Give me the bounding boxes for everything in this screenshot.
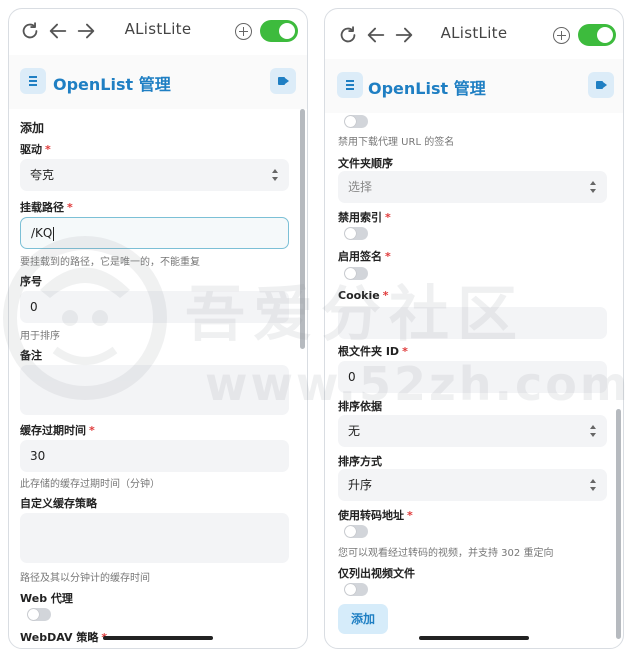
folder-order-select[interactable]: 选择 xyxy=(338,171,607,203)
menu-icon[interactable] xyxy=(337,72,363,98)
order-direction-value: 升序 xyxy=(348,478,373,492)
disable-index-switch[interactable] xyxy=(344,227,368,240)
root-folder-id-value: 0 xyxy=(348,370,356,384)
enable-sign-label: 启用签名 * xyxy=(338,250,391,263)
page-header: OpenList 管理 xyxy=(9,55,307,109)
webdav-policy-label: WebDAV 策略* xyxy=(20,631,107,644)
use-transcoding-label: 使用转码地址 * xyxy=(338,509,413,522)
order-label: 序号 xyxy=(20,275,42,288)
only-video-switch[interactable] xyxy=(344,583,368,596)
select-chevron-icon xyxy=(589,180,597,194)
web-proxy-label: Web 代理 xyxy=(20,592,73,605)
cookie-input[interactable] xyxy=(338,307,607,339)
order-direction-label: 排序方式 xyxy=(338,455,382,468)
app-top-bar: AListLite xyxy=(325,13,623,59)
remark-textarea[interactable] xyxy=(20,365,289,415)
driver-select[interactable]: 夸克 xyxy=(20,159,289,191)
order-input[interactable]: 0 xyxy=(20,291,289,323)
scrollbar[interactable] xyxy=(300,109,305,349)
logout-icon[interactable] xyxy=(270,68,296,94)
web-proxy-switch[interactable] xyxy=(27,608,51,621)
order-help: 用于排序 xyxy=(20,331,60,342)
order-value: 0 xyxy=(30,300,38,314)
section-title: 添加 xyxy=(20,121,45,135)
enable-sign-switch[interactable] xyxy=(344,267,368,280)
folder-order-label: 文件夹顺序 xyxy=(338,157,393,170)
mount-path-help: 要挂载到的路径，它是唯一的，不能重复 xyxy=(20,257,200,268)
text-caret xyxy=(53,226,55,241)
cache-expiration-input[interactable]: 30 xyxy=(20,440,289,472)
cache-expiration-label: 缓存过期时间 * xyxy=(20,424,95,437)
right-phone-screen: AListLite OpenList 管理 禁用下载代理 URL 的签名 文件夹… xyxy=(324,8,624,649)
page-title: OpenList 管理 xyxy=(53,75,171,94)
left-phone-screen: AListLite OpenList 管理 添加 驱动 * 夸克 挂载路径 * /K… xyxy=(8,8,308,649)
use-transcoding-switch[interactable] xyxy=(344,525,368,538)
home-indicator xyxy=(103,636,213,640)
disable-index-label: 禁用索引 * xyxy=(338,211,391,224)
mount-path-input[interactable]: /KQ xyxy=(20,217,289,249)
mount-path-value: /KQ xyxy=(31,226,53,240)
add-circle-icon[interactable] xyxy=(235,23,252,40)
add-storage-form: 添加 驱动 * 夸克 挂载路径 * /KQ 要挂载到的路径，它是唯一的，不能重复 序… xyxy=(9,109,307,648)
only-video-label: 仅列出视频文件 xyxy=(338,567,415,580)
cache-expiration-help: 此存储的缓存过期时间（分钟） xyxy=(20,479,160,490)
driver-label: 驱动 * xyxy=(20,143,51,156)
select-chevron-icon xyxy=(271,168,279,182)
scrollbar[interactable] xyxy=(616,409,621,639)
folder-order-placeholder: 选择 xyxy=(348,180,373,194)
select-chevron-icon xyxy=(589,478,597,492)
order-by-label: 排序依据 xyxy=(338,400,382,413)
order-by-value: 无 xyxy=(348,424,361,438)
root-folder-id-input[interactable]: 0 xyxy=(338,361,607,393)
disable-proxy-sign-switch[interactable] xyxy=(344,115,368,128)
disable-proxy-sign-help: 禁用下载代理 URL 的签名 xyxy=(338,137,455,148)
cookie-label: Cookie * xyxy=(338,289,389,302)
use-transcoding-help: 您可以观看经过转码的视频，并支持 302 重定向 xyxy=(338,548,554,559)
mount-path-label: 挂载路径 * xyxy=(20,201,73,214)
logout-icon[interactable] xyxy=(588,72,614,98)
add-button[interactable]: 添加 xyxy=(338,604,389,634)
page-title: OpenList 管理 xyxy=(368,79,486,98)
order-direction-select[interactable]: 升序 xyxy=(338,469,607,501)
menu-icon[interactable] xyxy=(20,68,46,94)
add-storage-form: 禁用下载代理 URL 的签名 文件夹顺序 选择 禁用索引 * 启用签名 * Cook… xyxy=(325,113,623,648)
cache-expiration-value: 30 xyxy=(30,449,46,463)
remark-label: 备注 xyxy=(20,349,42,362)
service-toggle[interactable] xyxy=(578,24,616,46)
home-indicator xyxy=(419,636,529,640)
order-by-select[interactable]: 无 xyxy=(338,415,607,447)
app-top-bar: AListLite xyxy=(9,9,307,55)
custom-cache-policy-help: 路径及其以分钟计的缓存时间 xyxy=(20,573,150,584)
custom-cache-policy-label: 自定义缓存策略 xyxy=(20,497,97,510)
custom-cache-policy-textarea[interactable] xyxy=(20,513,289,563)
select-chevron-icon xyxy=(589,424,597,438)
page-header: OpenList 管理 xyxy=(325,59,623,113)
root-folder-id-label: 根文件夹 ID * xyxy=(338,345,408,358)
service-toggle[interactable] xyxy=(260,20,298,42)
add-circle-icon[interactable] xyxy=(553,27,570,44)
driver-value: 夸克 xyxy=(30,168,55,182)
